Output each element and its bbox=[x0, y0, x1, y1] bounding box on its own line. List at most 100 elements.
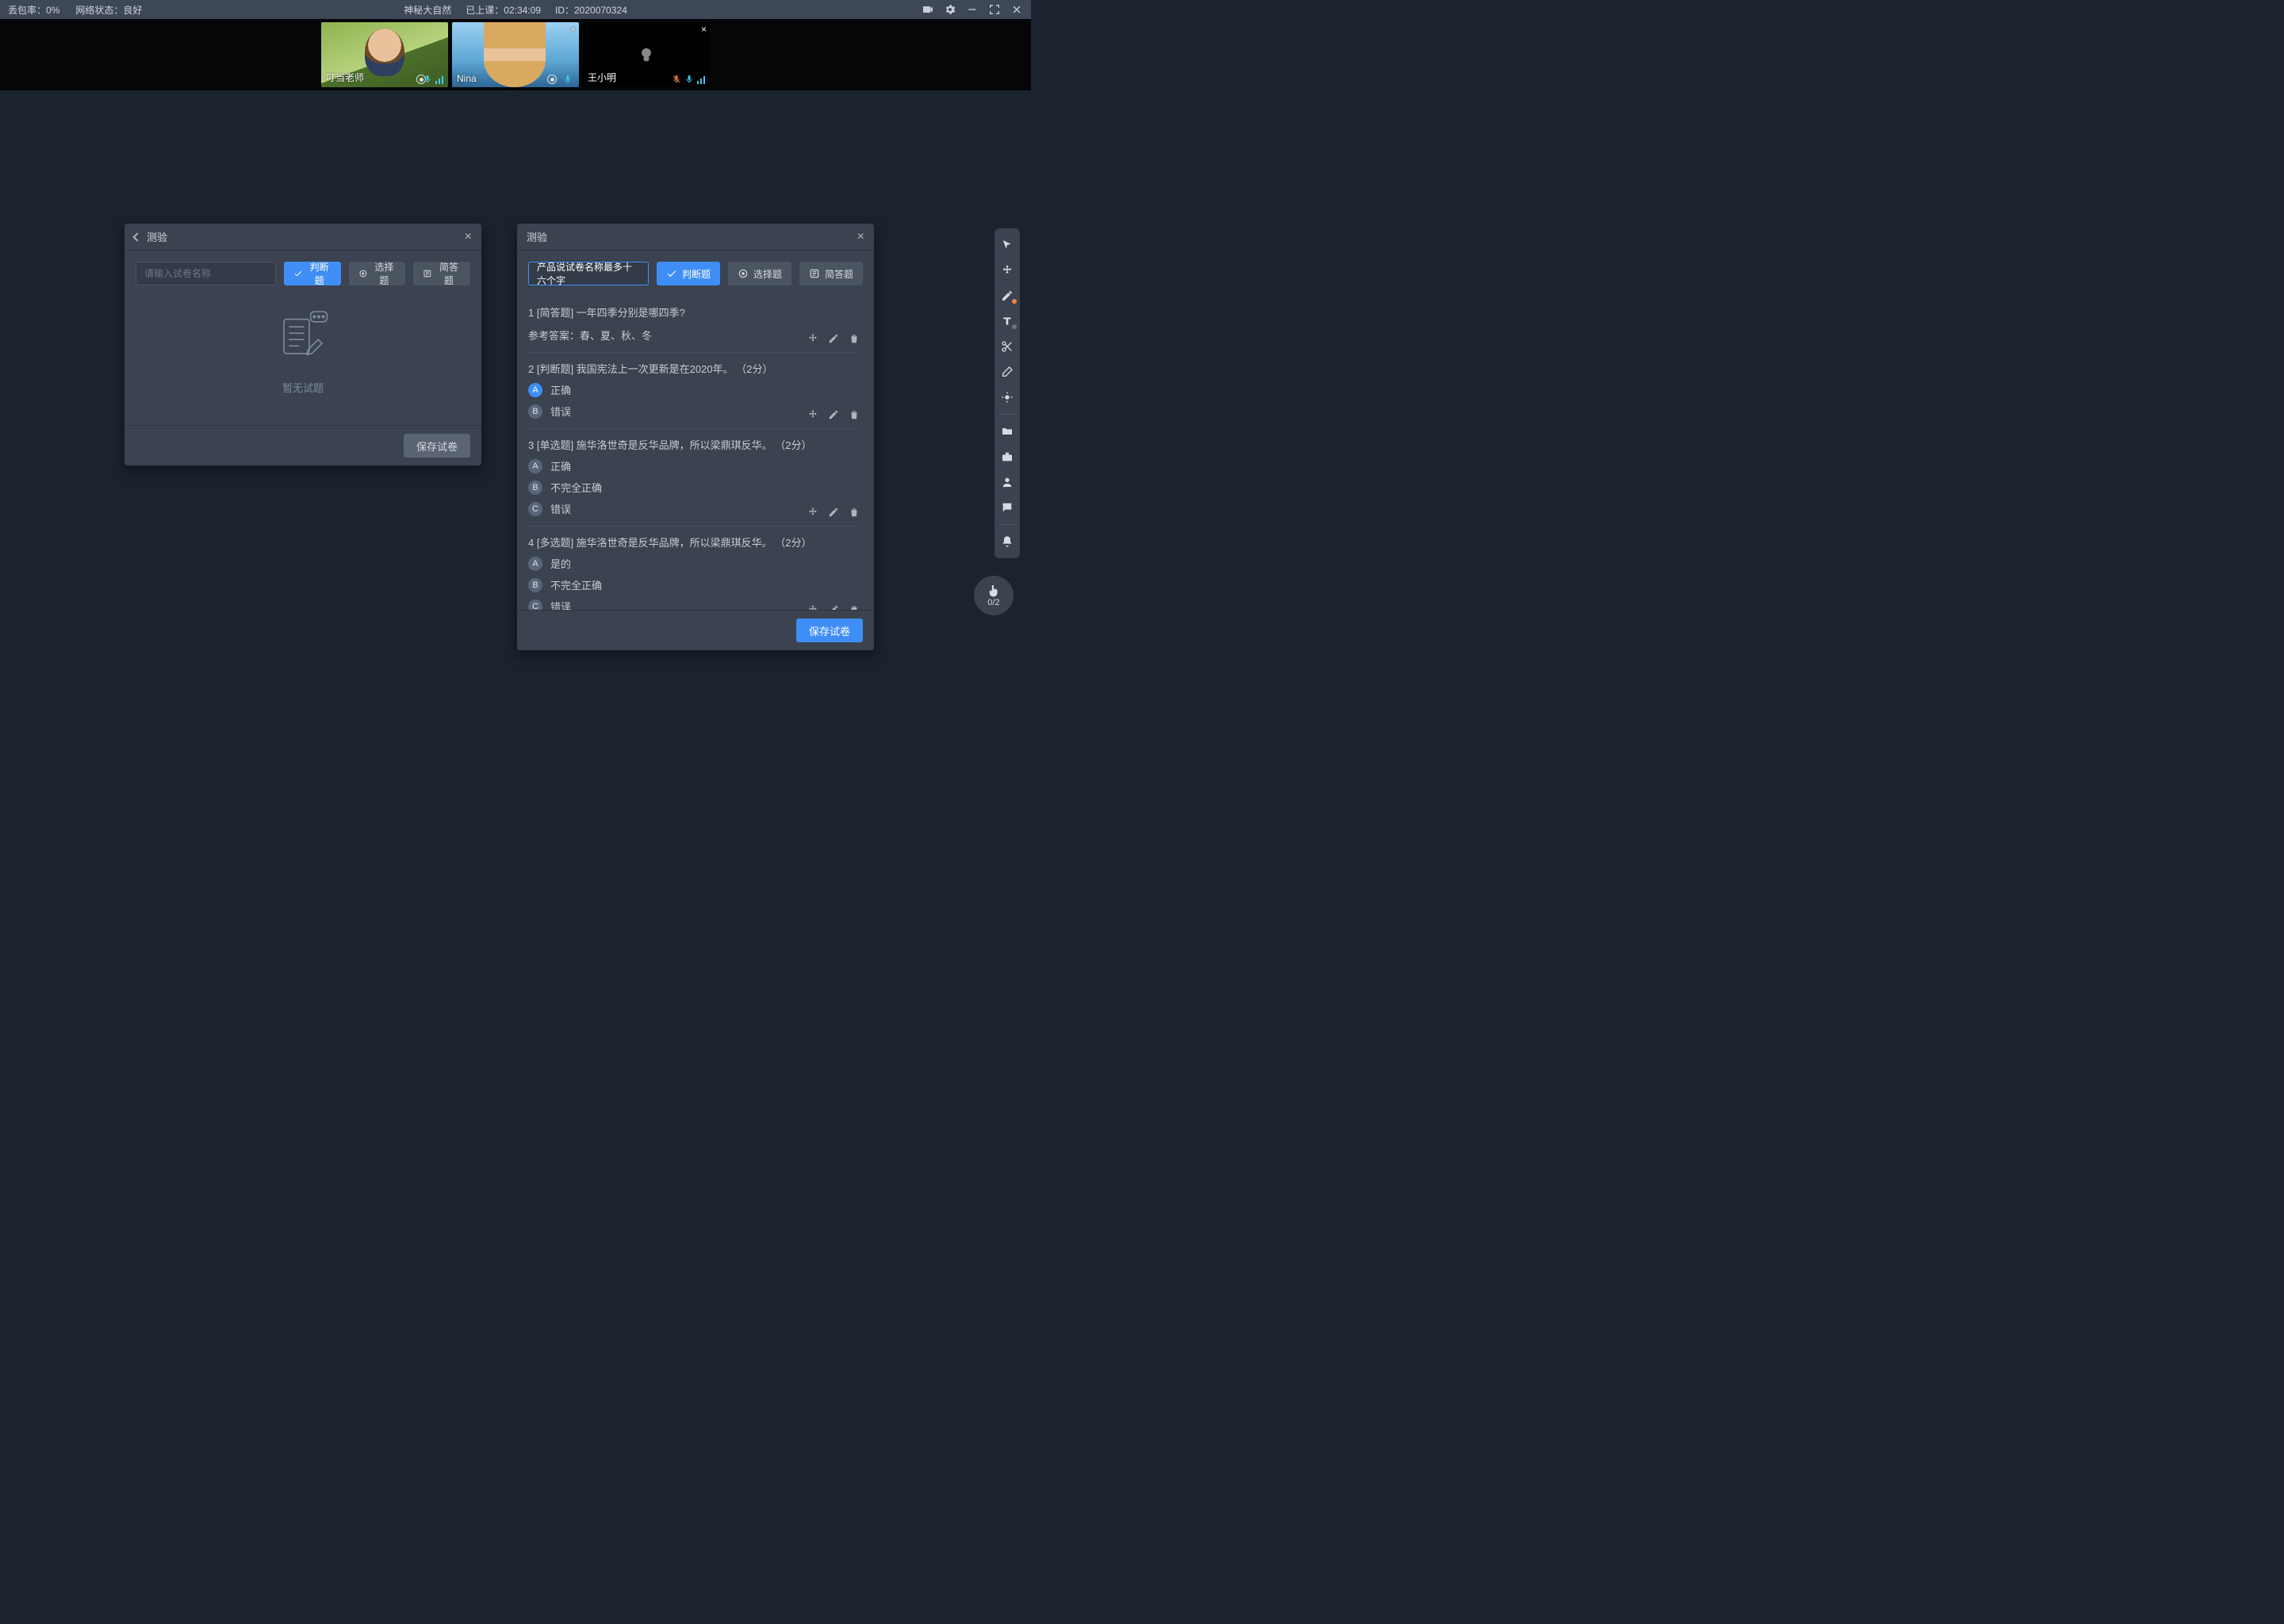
option-key: C bbox=[528, 599, 542, 611]
chat-icon[interactable] bbox=[994, 496, 1020, 519]
packet-loss: 丢包率：0% bbox=[8, 3, 59, 17]
question-option[interactable]: A 正确 bbox=[528, 382, 860, 397]
hand-icon bbox=[987, 584, 1001, 598]
brightness-tool-icon[interactable] bbox=[994, 385, 1020, 409]
minimize-icon[interactable] bbox=[966, 3, 979, 16]
move-question-icon[interactable] bbox=[807, 333, 818, 344]
question-option[interactable]: B不完全正确 bbox=[528, 577, 860, 592]
quiz-name-input[interactable]: 产品说试卷名称最多十六个字 bbox=[528, 262, 649, 285]
quiz-panel-filled: 测验 × 产品说试卷名称最多十六个字 判断题 选择题 简答题 1 [简答题] 一… bbox=[517, 224, 874, 650]
option-text: 错误 bbox=[550, 501, 571, 516]
question-item: 2 [判断题] 我国宪法上一次更新是在2020年。 （2分） A 正确 B 错误 bbox=[528, 353, 860, 429]
tool-sidebar bbox=[994, 228, 1020, 558]
type-judge-button[interactable]: 判断题 bbox=[657, 262, 720, 285]
move-question-icon[interactable] bbox=[807, 507, 818, 518]
edit-question-icon[interactable] bbox=[828, 604, 839, 610]
network-status: 网络状态：良好 bbox=[75, 3, 142, 17]
type-short-button[interactable]: 简答题 bbox=[413, 262, 470, 285]
tile-close-icon[interactable]: × bbox=[570, 24, 576, 35]
panel-title: 测验 bbox=[527, 229, 547, 244]
delete-question-icon[interactable] bbox=[849, 333, 860, 344]
bell-icon[interactable] bbox=[994, 530, 1020, 553]
question-option[interactable]: A 正确 bbox=[528, 458, 860, 473]
participant-name: 叮当老师 bbox=[326, 71, 364, 84]
option-text: 不完全正确 bbox=[550, 577, 602, 592]
option-key: C bbox=[528, 502, 542, 516]
delete-question-icon[interactable] bbox=[849, 507, 860, 518]
video-tile[interactable]: × 王小明 bbox=[583, 22, 710, 87]
participant-name: Nina bbox=[457, 73, 477, 84]
toolbox-icon[interactable] bbox=[994, 445, 1020, 469]
person-icon[interactable] bbox=[994, 470, 1020, 494]
option-text: 错译 bbox=[550, 599, 571, 610]
fullscreen-icon[interactable] bbox=[988, 3, 1001, 16]
eraser-tool-icon[interactable] bbox=[994, 360, 1020, 384]
question-list[interactable]: 1 [简答题] 一年四季分别是哪四季? 参考答案：春、夏、秋、冬2 [判断题] … bbox=[528, 297, 863, 610]
raise-hand-bubble[interactable]: 0/2 bbox=[974, 576, 1014, 615]
question-title: 4 [多选题] 施华洛世奇是反华品牌，所以梁鼎琪反华。 （2分） bbox=[528, 534, 860, 550]
option-key: A bbox=[528, 383, 542, 397]
save-quiz-button[interactable]: 保存试卷 bbox=[404, 434, 470, 458]
record-indicator-icon bbox=[547, 75, 557, 84]
camera-icon[interactable] bbox=[922, 3, 934, 16]
edit-question-icon[interactable] bbox=[828, 333, 839, 344]
tile-close-icon[interactable]: × bbox=[701, 24, 707, 35]
raise-hand-count: 0/2 bbox=[987, 598, 999, 607]
move-question-icon[interactable] bbox=[807, 409, 818, 420]
move-question-icon[interactable] bbox=[807, 604, 818, 610]
type-choice-button[interactable]: 选择题 bbox=[728, 262, 791, 285]
edit-question-icon[interactable] bbox=[828, 507, 839, 518]
question-title: 2 [判断题] 我国宪法上一次更新是在2020年。 （2分） bbox=[528, 361, 860, 376]
question-title: 3 [单选题] 施华洛世奇是反华品牌，所以梁鼎琪反华。 （2分） bbox=[528, 437, 860, 452]
back-button[interactable] bbox=[134, 231, 140, 243]
empty-state-text: 暂无试题 bbox=[282, 380, 324, 395]
type-judge-button[interactable]: 判断题 bbox=[284, 262, 341, 285]
course-title: 神秘大自然 bbox=[404, 3, 451, 17]
video-tile[interactable]: 叮当老师 bbox=[321, 22, 448, 87]
option-key: B bbox=[528, 481, 542, 495]
quiz-name-input[interactable] bbox=[136, 262, 276, 285]
session-id: ID：2020070324 bbox=[555, 3, 627, 17]
option-text: 错误 bbox=[550, 404, 571, 419]
folder-icon[interactable] bbox=[994, 419, 1020, 443]
empty-state-icon bbox=[271, 305, 335, 369]
question-item: 1 [简答题] 一年四季分别是哪四季? 参考答案：春、夏、秋、冬 bbox=[528, 297, 860, 353]
delete-question-icon[interactable] bbox=[849, 409, 860, 420]
question-title: 1 [简答题] 一年四季分别是哪四季? bbox=[528, 304, 860, 320]
save-quiz-button[interactable]: 保存试卷 bbox=[796, 619, 863, 642]
type-short-button[interactable]: 简答题 bbox=[799, 262, 863, 285]
participant-name: 王小明 bbox=[588, 71, 616, 84]
quiz-panel-empty: 测验 × 判断题 选择题 简答题 bbox=[125, 224, 481, 465]
scissors-tool-icon[interactable] bbox=[994, 335, 1020, 358]
option-key: B bbox=[528, 404, 542, 419]
mic-muted-icon bbox=[672, 75, 705, 84]
elapsed-time: 已上课：02:34:09 bbox=[466, 3, 541, 17]
option-key: A bbox=[528, 459, 542, 473]
question-item: 3 [单选题] 施华洛世奇是反华品牌，所以梁鼎琪反华。 （2分） A 正确 B 不完全正… bbox=[528, 429, 860, 527]
cursor-tool-icon[interactable] bbox=[994, 233, 1020, 257]
type-choice-button[interactable]: 选择题 bbox=[349, 262, 406, 285]
question-item: 4 [多选题] 施华洛世奇是反华品牌，所以梁鼎琪反华。 （2分） A 是的 B不完全正… bbox=[528, 527, 860, 610]
video-strip: 叮当老师 × Nina × 王小明 bbox=[0, 19, 1031, 90]
move-tool-icon[interactable] bbox=[994, 259, 1020, 282]
edit-question-icon[interactable] bbox=[828, 409, 839, 420]
video-tile[interactable]: × Nina bbox=[452, 22, 579, 87]
close-icon[interactable]: × bbox=[465, 230, 472, 244]
option-text: 是的 bbox=[550, 556, 571, 571]
close-icon[interactable]: × bbox=[857, 230, 864, 244]
settings-icon[interactable] bbox=[944, 3, 956, 16]
question-option[interactable]: A 是的 bbox=[528, 556, 860, 571]
option-key: A bbox=[528, 557, 542, 571]
close-window-icon[interactable] bbox=[1010, 3, 1023, 16]
question-option[interactable]: B 不完全正确 bbox=[528, 480, 860, 495]
mic-level-icon bbox=[563, 75, 574, 84]
pen-tool-icon[interactable] bbox=[994, 284, 1020, 308]
mic-level-icon bbox=[423, 75, 443, 84]
text-tool-icon[interactable] bbox=[994, 309, 1020, 333]
delete-question-icon[interactable] bbox=[849, 604, 860, 610]
option-text: 正确 bbox=[550, 458, 571, 473]
top-status-bar: 丢包率：0% 网络状态：良好 神秘大自然 已上课：02:34:09 ID：202… bbox=[0, 0, 1031, 19]
panel-title: 测验 bbox=[147, 229, 167, 244]
option-text: 正确 bbox=[550, 382, 571, 397]
option-text: 不完全正确 bbox=[550, 480, 602, 495]
